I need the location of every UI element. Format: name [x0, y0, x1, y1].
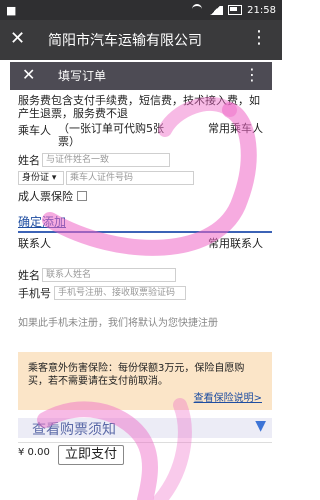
total-price: ¥ 0.00: [18, 447, 50, 458]
chevron-down-icon: ▾: [49, 173, 57, 183]
app-bar: ✕ 简阳市汽车运输有限公司 ⋮: [0, 20, 282, 60]
service-fee-notice: 服务费包含支付手续费，短信费，技术接入费，如产生退票，服务费不退: [18, 94, 260, 120]
section-divider: [18, 231, 272, 233]
id-type-select[interactable]: 身份证 ▾: [18, 171, 64, 185]
app-title: 简阳市汽车运输有限公司: [48, 33, 202, 49]
contact-phone-input[interactable]: 手机号注册、接收取票验证码: [54, 286, 186, 300]
close-order-icon[interactable]: ✕: [22, 65, 35, 84]
common-passenger-link[interactable]: 常用乘车人: [208, 122, 268, 135]
wifi-icon: [192, 4, 203, 16]
order-page: ✕ 填写订单 ⋮ 服务费包含支付手续费，短信费，技术接入费，如产生退票，服务费不…: [0, 60, 282, 500]
adult-insurance-checkbox[interactable]: [76, 191, 87, 201]
insurance-text: 乘客意外伤害保险：每份保额3万元，保险自愿购买，若不需要请在支付前取消。: [28, 363, 245, 387]
passenger-id-input[interactable]: 乘车人证件号码: [66, 171, 194, 185]
status-icons: 21:58: [192, 4, 276, 16]
contact-name-input[interactable]: 联系人姓名: [42, 268, 176, 282]
order-title: 填写订单: [58, 69, 107, 83]
payment-bar: ¥ 0.00 立即支付: [18, 442, 272, 465]
status-bar: ■ 21:58: [0, 0, 282, 20]
passenger-name-input[interactable]: 与证件姓名一致: [42, 153, 170, 167]
chevron-down-icon: ▼: [255, 418, 266, 434]
id-type-value: 身份证: [22, 173, 50, 183]
order-more-icon[interactable]: ⋮: [244, 65, 260, 84]
signal-icon: [207, 5, 224, 15]
passenger-name-label: 姓名: [18, 154, 40, 167]
contact-register-hint: 如果此手机未注册，我们将默认为您快捷注册: [18, 318, 218, 329]
order-header: ✕ 填写订单 ⋮: [10, 62, 272, 90]
passenger-hint: （一张订单可代购5张票）: [58, 122, 164, 148]
insurance-info-link[interactable]: 查看保险说明>: [194, 393, 262, 404]
notification-icon: ■: [6, 4, 17, 17]
pay-now-button[interactable]: 立即支付: [58, 445, 125, 465]
adult-insurance-label: 成人票保险: [18, 190, 73, 203]
battery-icon: [228, 5, 243, 15]
ticket-notice-label: 查看购票须知: [32, 422, 116, 438]
status-time: 21:58: [247, 4, 276, 16]
contact-section-label: 联系人: [18, 237, 51, 250]
confirm-add-link[interactable]: 确定添加: [18, 215, 66, 229]
common-contact-link[interactable]: 常用联系人: [208, 237, 268, 250]
insurance-notice: 乘客意外伤害保险：每份保额3万元，保险自愿购买，若不需要请在支付前取消。 查看保…: [18, 352, 272, 410]
contact-name-label: 姓名: [18, 269, 40, 282]
close-icon[interactable]: ✕: [10, 28, 25, 49]
confirm-add-row: 确定添加: [18, 213, 66, 230]
ticket-notice-toggle[interactable]: 查看购票须知 ▼: [18, 418, 272, 438]
more-menu-icon[interactable]: ⋮: [250, 27, 268, 48]
contact-phone-label: 手机号: [18, 287, 51, 300]
adult-insurance-row: 成人票保险: [18, 188, 87, 204]
passenger-label: 乘车人: [18, 124, 51, 137]
